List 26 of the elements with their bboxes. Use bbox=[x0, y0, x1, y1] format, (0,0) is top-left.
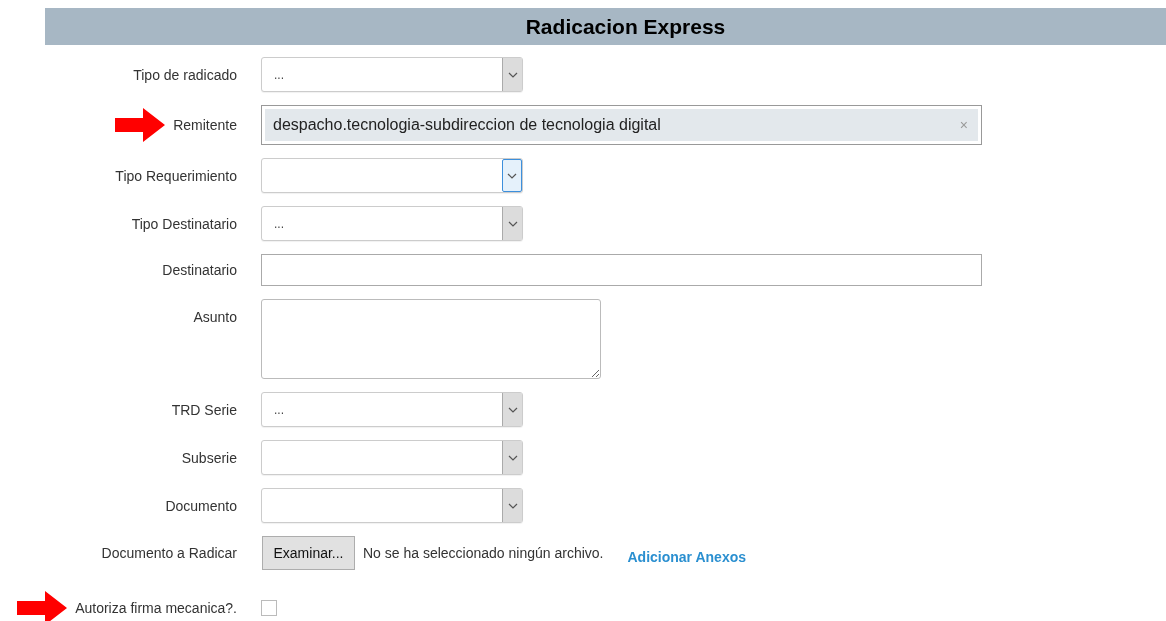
checkbox[interactable] bbox=[261, 600, 277, 616]
add-attachments-link[interactable]: Adicionar Anexos bbox=[627, 549, 746, 565]
field-label: Documento a Radicar bbox=[101, 545, 237, 561]
file-status: No se ha seleccionado ningún archivo. bbox=[363, 545, 604, 561]
form-title: Radicacion Express bbox=[525, 14, 726, 39]
field-label: Asunto bbox=[193, 309, 237, 325]
dropdown[interactable]: ... bbox=[261, 392, 523, 427]
field-label: Autoriza firma mecanica?. bbox=[75, 600, 237, 616]
field-label: Tipo Requerimiento bbox=[115, 167, 237, 184]
field-label: Destinatario bbox=[162, 262, 237, 278]
text-area[interactable] bbox=[261, 299, 601, 379]
sender-field[interactable]: despacho.tecnologia-subdireccion de tecnologia digital × bbox=[261, 105, 982, 145]
field-label: Remitente bbox=[173, 117, 237, 133]
input-field[interactable] bbox=[261, 254, 982, 286]
field-label: TRD Serie bbox=[171, 401, 237, 418]
dropdown[interactable]: ... bbox=[261, 206, 523, 241]
field-label: Tipo Destinatario bbox=[131, 215, 237, 232]
dropdown[interactable] bbox=[261, 488, 523, 523]
dropdown[interactable] bbox=[261, 158, 523, 193]
field-label: Tipo de radicado bbox=[133, 66, 237, 83]
dropdown[interactable] bbox=[261, 440, 523, 475]
dropdown[interactable]: ... bbox=[261, 57, 523, 92]
field-label: Subserie bbox=[181, 449, 237, 466]
field-label: Documento bbox=[165, 497, 237, 514]
selected-value: despacho.tecnologia-subdireccion de tecnologia digital bbox=[265, 109, 950, 141]
browse-button[interactable]: Examinar... bbox=[262, 536, 355, 570]
